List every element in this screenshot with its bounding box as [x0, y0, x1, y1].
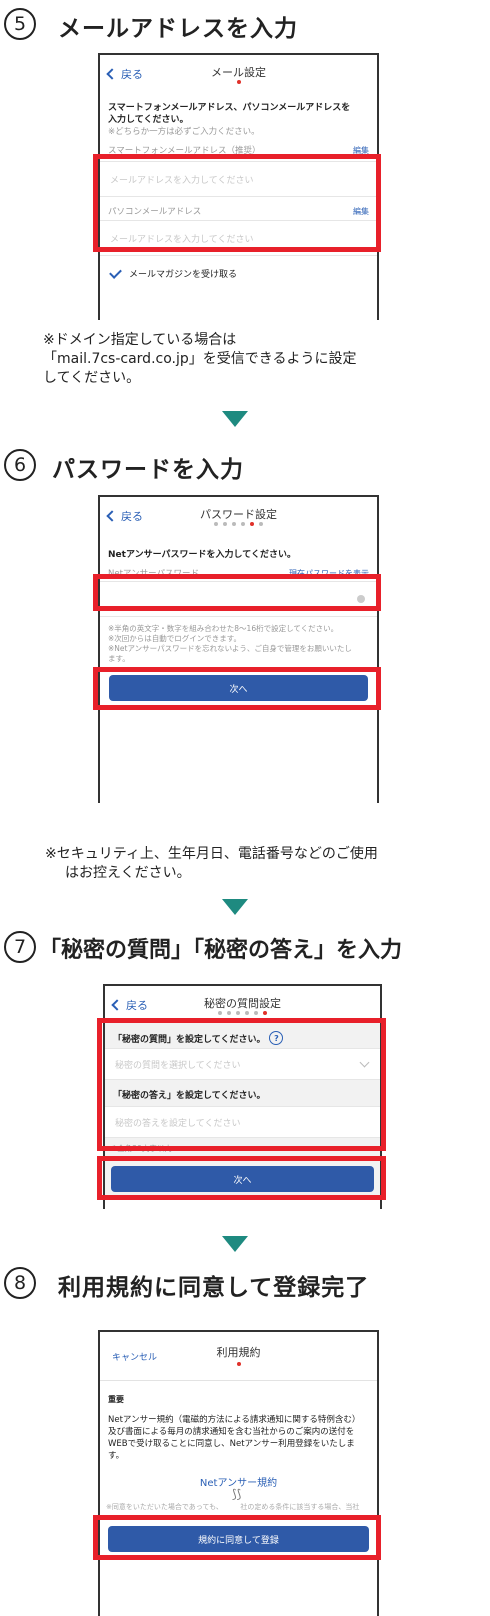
password-note-cont: はお控えください。: [65, 865, 191, 881]
mail-note-3: してください。: [43, 370, 141, 386]
mail-note-2: 「mail.7cs-card.co.jp」を受信できるように設定: [43, 351, 357, 367]
terms-heading: 重要: [108, 1395, 124, 1404]
progress-indicator: [100, 1362, 377, 1366]
terms-body: Netアンサー規約（電磁的方法による請求通知に関する特例含む） 及び書面による毎…: [108, 1415, 361, 1461]
highlight-agree-button: [93, 1515, 381, 1560]
screen-title: パスワード設定: [200, 508, 277, 521]
password-note-3: ※Netアンサーパスワードを忘れないよう、ご自身で管理をお願いいたし: [108, 644, 352, 653]
progress-indicator: [100, 80, 377, 84]
down-arrow-icon: [222, 899, 248, 915]
screen-title: メール設定: [211, 66, 266, 79]
magazine-checkbox[interactable]: メールマガジンを受け取る: [109, 265, 238, 280]
step-title-5: メールアドレスを入力: [58, 16, 298, 42]
down-arrow-icon: [222, 411, 248, 427]
highlight-mail-fields: [93, 154, 381, 252]
password-intro: Netアンサーパスワードを入力してください。: [108, 550, 296, 560]
checkmark-icon: [109, 265, 122, 279]
highlight-password-field: [93, 574, 381, 611]
faded-note: ※同意をいただいた場合であっても、 社の定める条件に該当する場合、当社: [106, 1503, 360, 1511]
step-title-6: パスワードを入力: [52, 457, 244, 483]
scroll-break-icon: ⟆⟆: [232, 1487, 242, 1501]
terms-screen: キャンセル 利用規約 重要 Netアンサー規約（電磁的方法による請求通知に関する…: [98, 1330, 379, 1616]
step-number-8: 8: [4, 1267, 36, 1299]
progress-indicator: [105, 1011, 380, 1015]
password-note: ※セキュリティ上、生年月日、電話番号などのご使用: [45, 846, 378, 862]
step-title-8: 利用規約に同意して登録完了: [58, 1275, 370, 1301]
down-arrow-icon: [222, 1236, 248, 1252]
progress-indicator: [100, 522, 377, 526]
magazine-label: メールマガジンを受け取る: [129, 270, 238, 280]
highlight-secret-fields: [97, 1018, 386, 1151]
highlight-next-button: [97, 1156, 386, 1200]
step-number-5: 5: [4, 8, 36, 40]
mail-note-1: ※ドメイン指定している場合は: [43, 332, 237, 348]
intro-note: ※どちらか一方は必ずご入力ください。: [108, 127, 260, 137]
highlight-next-button: [93, 667, 381, 710]
step-number-6: 6: [4, 449, 36, 481]
step-title-7: 「秘密の質問」「秘密の答え」を入力: [39, 938, 403, 963]
screen-title: 秘密の質問設定: [204, 997, 281, 1010]
password-note-4: ます。: [108, 654, 130, 663]
screen-title: 利用規約: [216, 1346, 261, 1359]
intro-text-2: 入力してください。: [108, 115, 189, 125]
password-settings-screen: 戻る パスワード設定 Netアンサーパスワードを入力してください。 Netアンサ…: [98, 495, 379, 803]
step-number-7: 7: [4, 931, 36, 963]
